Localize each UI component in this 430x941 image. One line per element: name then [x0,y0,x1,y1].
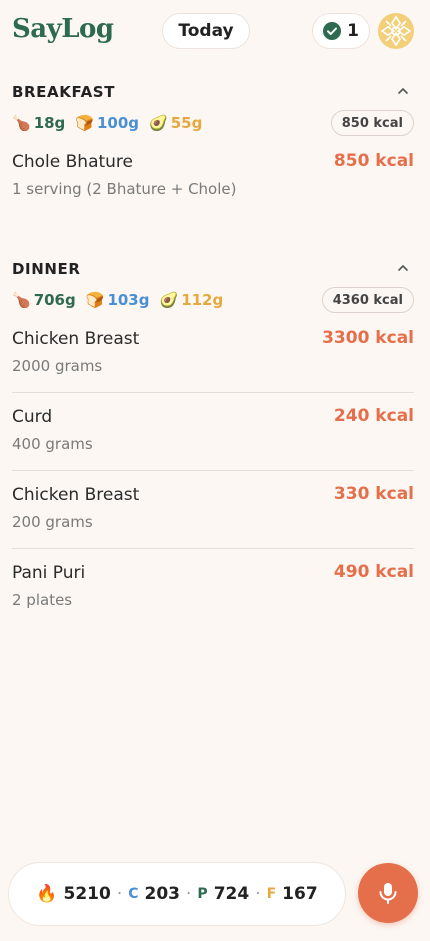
protein-label: P [197,886,208,902]
chevron-up-icon[interactable] [396,261,410,275]
separator: · [255,884,261,904]
avocado-icon: 🥑 [159,291,179,309]
fat-macro: 🥑 112g [160,291,224,309]
voice-log-button[interactable] [358,863,418,923]
carbs-value: 103g [107,291,150,309]
fat-macro: 🥑 55g [149,114,202,132]
profile-avatar[interactable] [378,13,414,49]
food-quantity: 1 serving (2 Bhature + Chole) [12,180,237,198]
meal-header[interactable]: BREAKFAST [12,82,414,108]
meal-header[interactable]: DINNER [12,259,414,285]
total-fat: 167 [282,884,318,904]
app-logo: SayLog [12,14,114,44]
meal-macros: 🍗 706g 🍞 103g 🥑 112g 4360 kcal [12,285,414,315]
meal-section-breakfast: BREAKFAST 🍗 18g 🍞 100g 🥑 55g 850 kcal Ch… [12,82,414,216]
food-item[interactable]: Chicken Breast 200 grams 330 kcal [12,471,414,549]
food-quantity: 2 plates [12,591,73,609]
total-calories: 5210 [63,884,111,904]
food-item[interactable]: Chicken Breast 2000 grams 3300 kcal [12,315,414,393]
daily-summary-bar[interactable]: 🔥 5210 · C 203 · P 724 · F 167 [8,862,346,926]
food-kcal: 3300 kcal [322,328,414,348]
carbs-label: C [128,886,139,902]
food-kcal: 850 kcal [333,151,414,171]
carbs-macro: 🍞 103g [86,291,150,309]
food-name: Chole Bhature [12,152,134,172]
protein-macro: 🍗 18g [12,114,65,132]
food-quantity: 200 grams [12,513,93,531]
separator: · [116,884,123,904]
food-item[interactable]: Chole Bhature 1 serving (2 Bhature + Cho… [12,138,414,216]
food-kcal: 330 kcal [333,484,414,504]
meal-title: DINNER [12,260,81,278]
meal-title: BREAKFAST [12,83,116,101]
chevron-up-icon[interactable] [396,84,410,98]
food-name: Curd [12,407,53,427]
bread-icon: 🍞 [75,114,94,132]
food-item[interactable]: Pani Puri 2 plates 490 kcal [12,549,414,627]
meal-macros: 🍗 18g 🍞 100g 🥑 55g 850 kcal [12,108,414,138]
protein-value: 706g [33,291,76,309]
check-circle-icon [323,22,342,40]
total-carbs: 203 [144,884,181,904]
protein-value: 18g [33,114,66,132]
food-name: Chicken Breast [12,485,140,505]
food-item[interactable]: Curd 400 grams 240 kcal [12,393,414,471]
food-name: Chicken Breast [12,329,140,349]
streak-count: 1 [347,21,359,41]
fat-value: 112g [181,291,224,309]
separator: · [186,884,192,904]
fat-label: F [266,886,277,902]
meal-kcal-badge: 4360 kcal [321,287,414,313]
food-quantity: 400 grams [12,435,93,453]
meal-kcal-badge: 850 kcal [330,110,414,136]
streak-button[interactable]: 1 [312,13,370,49]
total-protein: 724 [213,884,250,904]
food-quantity: 2000 grams [12,357,103,375]
app-header: SayLog Today 1 [0,0,430,64]
food-kcal: 490 kcal [333,562,414,582]
drumstick-icon: 🍗 [12,291,31,309]
food-name: Pani Puri [12,563,86,583]
date-selector-button[interactable]: Today [162,13,250,49]
carbs-macro: 🍞 100g [75,114,139,132]
microphone-icon [379,883,397,904]
drumstick-icon: 🍗 [12,114,31,132]
avocado-icon: 🥑 [149,114,168,132]
fire-icon: 🔥 [36,884,58,904]
protein-macro: 🍗 706g [12,291,76,309]
food-kcal: 240 kcal [333,406,414,426]
carbs-value: 100g [97,114,140,132]
date-label: Today [178,21,234,41]
bread-icon: 🍞 [85,291,105,309]
fat-value: 55g [170,114,203,132]
meal-section-dinner: DINNER 🍗 706g 🍞 103g 🥑 112g 4360 kcal Ch… [12,259,414,627]
